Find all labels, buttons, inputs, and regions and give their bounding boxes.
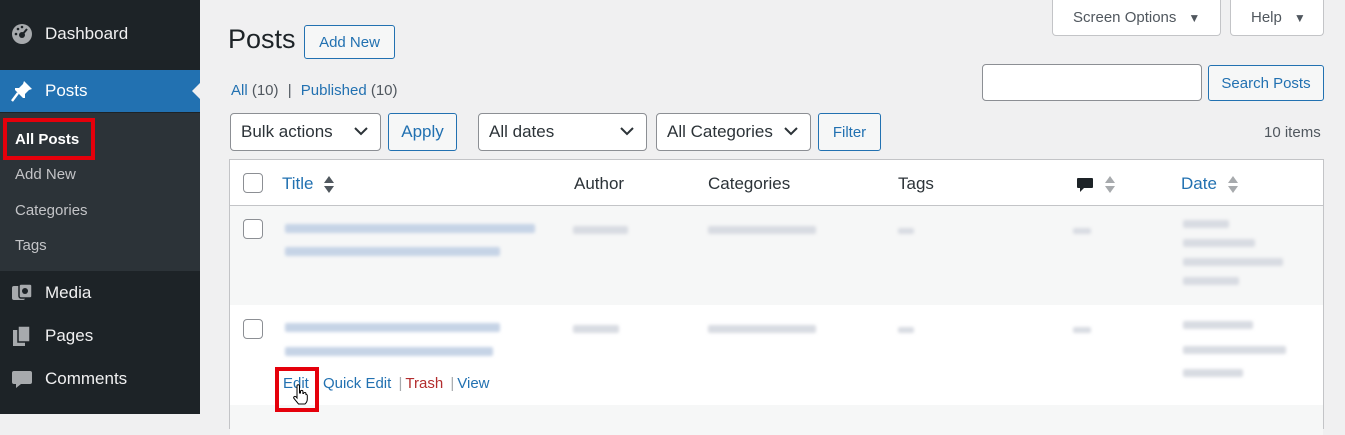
sort-arrows-icon (324, 176, 335, 194)
sidebar-item-comments[interactable]: Comments (0, 358, 200, 400)
search-posts-button[interactable]: Search Posts (1208, 65, 1324, 101)
date-redacted (1183, 277, 1239, 285)
select-all-checkbox[interactable] (243, 173, 263, 193)
column-date-label: Date (1181, 174, 1217, 193)
triangle-down-icon: ▼ (1188, 10, 1201, 25)
admin-sidebar: Dashboard Posts All Posts Add New Catego… (0, 0, 200, 414)
column-title-label: Title (282, 174, 314, 193)
submenu-item-add-new[interactable]: Add New (15, 166, 76, 183)
add-new-button[interactable]: Add New (304, 25, 395, 59)
sidebar-label-posts: Posts (45, 81, 88, 100)
table-row (230, 206, 1323, 305)
row-checkbox[interactable] (243, 219, 263, 239)
separator: | (287, 82, 292, 99)
hand-pointer-cursor-icon (293, 384, 308, 405)
categories-value: All Categories (667, 122, 773, 141)
sidebar-label-comments: Comments (45, 369, 128, 388)
comments-redacted (1073, 327, 1091, 333)
submenu-item-categories[interactable]: Categories (15, 202, 88, 219)
column-header-categories: Categories (708, 174, 791, 193)
table-header: Title Author Categories Tags Date (230, 160, 1323, 206)
post-title-link-redacted[interactable] (285, 323, 500, 332)
bulk-actions-value: Bulk actions (241, 122, 333, 141)
separator: | (450, 375, 455, 392)
filter-all-count: (10) (251, 82, 279, 99)
column-header-comments[interactable] (1076, 174, 1115, 194)
date-redacted (1183, 239, 1255, 247)
highlight-box-all-posts (3, 118, 95, 160)
help-button[interactable]: Help ▼ (1230, 0, 1324, 36)
comment-bubble-icon (11, 368, 33, 390)
sidebar-item-dashboard[interactable]: Dashboard (0, 13, 200, 55)
chevron-down-icon (354, 127, 368, 136)
filter-button[interactable]: Filter (818, 113, 881, 151)
date-redacted (1183, 321, 1253, 329)
items-count: 10 items (1264, 124, 1321, 141)
pushpin-icon (11, 80, 33, 102)
author-redacted (573, 325, 619, 333)
sort-arrows-icon (1104, 176, 1115, 194)
page-title: Posts (228, 24, 296, 54)
filter-published-count: (10) (370, 82, 398, 99)
sidebar-item-pages[interactable]: Pages (0, 315, 200, 357)
date-redacted (1183, 369, 1243, 377)
tags-redacted (898, 327, 914, 333)
search-input[interactable] (982, 64, 1202, 101)
comment-bubble-icon (1077, 177, 1093, 192)
quick-edit-link[interactable]: Quick Edit (323, 375, 391, 392)
sidebar-label-pages: Pages (45, 326, 94, 345)
pages-icon (11, 325, 33, 347)
dashboard-icon (11, 23, 33, 45)
filter-published-link[interactable]: Published (301, 82, 367, 99)
tags-redacted (898, 228, 914, 234)
table-row (230, 405, 1323, 435)
comments-redacted (1073, 228, 1091, 234)
post-title-link-redacted[interactable] (285, 247, 500, 256)
sidebar-label-dashboard: Dashboard (45, 24, 129, 43)
view-link[interactable]: View (457, 375, 489, 392)
post-title-link-redacted[interactable] (285, 347, 493, 356)
column-header-date[interactable]: Date (1181, 174, 1238, 194)
sidebar-item-posts[interactable]: Posts (0, 70, 200, 112)
dates-value: All dates (489, 122, 555, 141)
column-header-title[interactable]: Title (282, 174, 335, 194)
column-header-author: Author (574, 174, 625, 193)
date-redacted (1183, 220, 1229, 228)
date-redacted (1183, 346, 1286, 354)
submenu-item-tags[interactable]: Tags (15, 237, 47, 254)
sidebar-item-media[interactable]: Media (0, 272, 200, 314)
author-redacted (573, 226, 628, 234)
chevron-down-icon (784, 127, 798, 136)
screen-options-button[interactable]: Screen Options ▼ (1052, 0, 1221, 36)
post-title-link-redacted[interactable] (285, 224, 535, 233)
sidebar-label-media: Media (45, 283, 92, 302)
apply-button[interactable]: Apply (388, 113, 457, 151)
dates-select[interactable]: All dates (478, 113, 647, 151)
screen-options-label: Screen Options (1073, 9, 1177, 26)
categories-select[interactable]: All Categories (656, 113, 811, 151)
column-header-tags: Tags (898, 174, 934, 193)
chevron-down-icon (620, 127, 634, 136)
trash-link[interactable]: Trash (405, 375, 443, 392)
row-checkbox[interactable] (243, 319, 263, 339)
media-icon (11, 282, 33, 304)
sort-arrows-icon (1227, 176, 1238, 194)
bulk-actions-select[interactable]: Bulk actions (230, 113, 381, 151)
categories-redacted (708, 226, 816, 234)
date-redacted (1183, 258, 1283, 266)
filter-all-link[interactable]: All (231, 82, 248, 99)
help-label: Help (1251, 9, 1282, 26)
separator: | (398, 375, 403, 392)
categories-redacted (708, 325, 816, 333)
status-filter-links: All (10) | Published (10) (231, 82, 398, 99)
triangle-down-icon: ▼ (1293, 10, 1306, 25)
